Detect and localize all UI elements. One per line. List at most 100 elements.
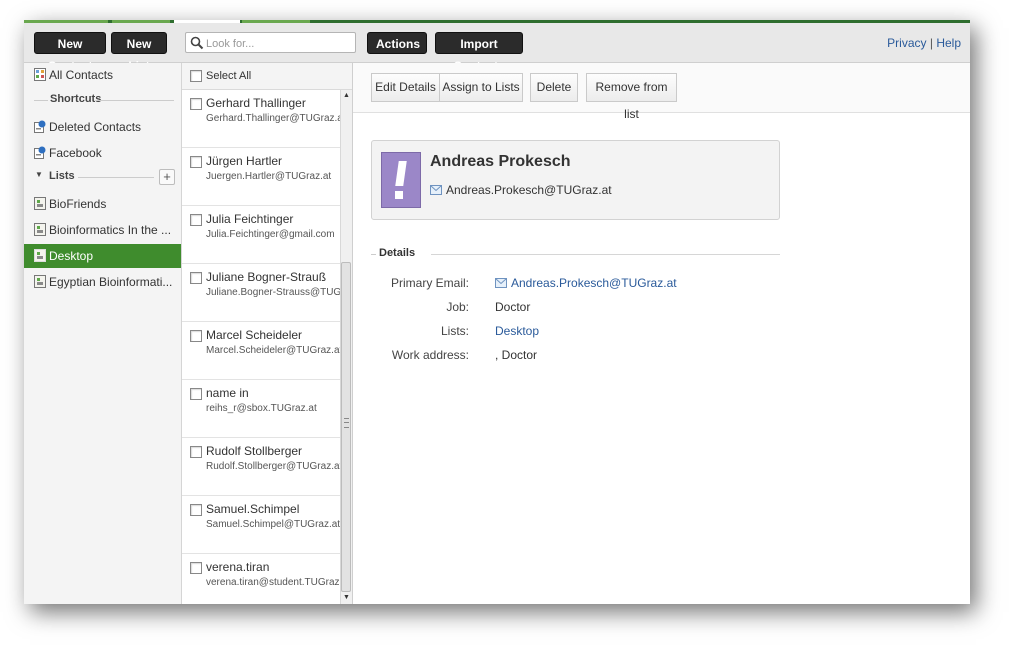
sidebar-item-all-contacts[interactable]: All Contacts: [24, 63, 181, 87]
contact-row[interactable]: Rudolf Stollberger Rudolf.Stollberger@TU…: [182, 438, 340, 496]
contact-checkbox[interactable]: [190, 214, 202, 226]
contact-checkbox[interactable]: [190, 504, 202, 516]
collapse-arrow-icon[interactable]: ▼: [35, 170, 43, 179]
help-links: Privacy | Help: [887, 36, 961, 50]
details-header: Details: [379, 247, 416, 259]
sidebar-item-list-desktop[interactable]: Desktop: [24, 244, 181, 268]
contact-row[interactable]: Gerhard Thallinger Gerhard.Thallinger@TU…: [182, 90, 340, 148]
divider: [96, 100, 174, 101]
contact-email: Juergen.Hartler@TUGraz.at: [206, 171, 332, 182]
new-list-button[interactable]: New List: [111, 32, 167, 73]
field-label: Job:: [446, 300, 469, 314]
contact-checkbox[interactable]: [190, 446, 202, 458]
sidebar-item-label: Desktop: [49, 249, 94, 263]
sidebar-item-list-bioinformatics[interactable]: Bioinformatics In the ...: [24, 218, 181, 242]
work-address-value: , Doctor: [495, 348, 538, 362]
contact-name: Gerhard Thallinger: [206, 96, 306, 110]
shortcuts-header: Shortcuts: [50, 93, 102, 105]
contact-name: Jürgen Hartler: [206, 154, 283, 168]
sidebar-item-list-egyptian-bioinformatics[interactable]: Egyptian Bioinformati...: [24, 270, 181, 294]
remove-from-list-button[interactable]: Remove from list: [586, 73, 677, 121]
sidebar-item-label: Deleted Contacts: [49, 120, 142, 134]
list-icon: [34, 197, 46, 210]
edit-details-button[interactable]: Edit Details: [371, 73, 440, 102]
contact-email: reihs_r@sbox.TUGraz.at: [206, 403, 317, 414]
contact-name: Rudolf Stollberger: [206, 444, 303, 458]
contact-email: Rudolf.Stollberger@TUGraz.at: [206, 461, 340, 472]
help-link[interactable]: Help: [936, 36, 961, 50]
contact-checkbox[interactable]: [190, 272, 202, 284]
sidebar-item-facebook[interactable]: Facebook: [24, 141, 181, 165]
sidebar-item-label: Facebook: [49, 146, 102, 160]
field-label: Primary Email:: [390, 276, 469, 290]
contact-checkbox[interactable]: [190, 562, 202, 574]
sidebar-item-list-biofriends[interactable]: BioFriends: [24, 192, 181, 216]
contact-checkbox[interactable]: [190, 156, 202, 168]
contact-list-pane: Select All Gerhard Thallinger Gerhard.Th…: [182, 63, 353, 604]
sidebar-item-label: Egyptian Bioinformati...: [49, 275, 173, 289]
avatar: [381, 152, 421, 208]
field-row-work-address: Work address: , Doctor: [353, 348, 953, 366]
lists-section-header[interactable]: ▼ Lists: [24, 167, 181, 187]
field-label: Lists:: [440, 324, 469, 338]
sidebar: All Contacts Shortcuts Deleted Contacts …: [24, 63, 182, 604]
delete-button[interactable]: Delete: [530, 73, 578, 102]
contact-checkbox[interactable]: [190, 330, 202, 342]
contact-checkbox[interactable]: [190, 388, 202, 400]
scrollbar-thumb[interactable]: [341, 262, 351, 592]
sidebar-item-deleted-contacts[interactable]: Deleted Contacts: [24, 115, 181, 139]
import-contacts-button[interactable]: Import Contacts: [435, 32, 523, 73]
divider: [371, 254, 376, 255]
sidebar-item-label: BioFriends: [49, 197, 107, 211]
contact-row[interactable]: Juliane Bogner-Strauß Juliane.Bogner-Str…: [182, 264, 340, 322]
actions-label: Actions: [376, 37, 421, 51]
new-contact-button[interactable]: New Contact: [34, 32, 106, 73]
link-separator: |: [929, 36, 933, 50]
scroll-down-arrow-icon[interactable]: ▼: [341, 592, 352, 604]
contact-detail-pane: Edit Details Assign to Lists Delete Remo…: [353, 63, 970, 604]
list-icon: [34, 249, 46, 262]
contact-list-scrollbar[interactable]: ▲ ▼: [340, 90, 352, 604]
contact-email: Juliane.Bogner-Strauss@TUGraz.at: [206, 287, 340, 298]
facebook-contacts-icon: [34, 146, 46, 159]
contact-email: verena.tiran@student.TUGraz.at: [206, 577, 340, 588]
divider: [78, 177, 154, 178]
contact-name: Julia Feichtinger: [206, 212, 294, 226]
primary-email-value: Andreas.Prokesch@TUGraz.at: [511, 276, 677, 290]
actions-dropdown-button[interactable]: Actions ▼: [367, 32, 427, 72]
contact-card-name: Andreas Prokesch: [430, 153, 571, 170]
privacy-link[interactable]: Privacy: [887, 36, 926, 50]
divider: [431, 254, 780, 255]
primary-email-link[interactable]: Andreas.Prokesch@TUGraz.at: [495, 276, 677, 290]
contacts-window: New Contact New List Actions ▼ Import Co…: [24, 20, 970, 604]
contact-row[interactable]: Jürgen Hartler Juergen.Hartler@TUGraz.at: [182, 148, 340, 206]
contact-row[interactable]: verena.tiran verena.tiran@student.TUGraz…: [182, 554, 340, 604]
field-row-primary-email: Primary Email: Andreas.Prokesch@TUGraz.a…: [353, 276, 953, 294]
search-input[interactable]: [204, 34, 356, 53]
contact-checkbox[interactable]: [190, 98, 202, 110]
contact-row[interactable]: Samuel.Schimpel Samuel.Schimpel@TUGraz.a…: [182, 496, 340, 554]
lists-value-link[interactable]: Desktop: [495, 324, 539, 338]
main-toolbar: New Contact New List Actions ▼ Import Co…: [24, 23, 970, 73]
contact-row[interactable]: name in reihs_r@sbox.TUGraz.at: [182, 380, 340, 438]
contact-row[interactable]: Marcel Scheideler Marcel.Scheideler@TUGr…: [182, 322, 340, 380]
contact-card: Andreas Prokesch Andreas.Prokesch@TUGraz…: [371, 140, 780, 220]
envelope-icon: [430, 184, 442, 195]
select-all-checkbox[interactable]: [190, 70, 202, 82]
field-row-lists: Lists: Desktop: [353, 324, 953, 342]
contact-name: name in: [206, 386, 249, 400]
contact-row[interactable]: Julia Feichtinger Julia.Feichtinger@gmai…: [182, 206, 340, 264]
add-list-button[interactable]: +: [159, 169, 175, 185]
scroll-up-arrow-icon[interactable]: ▲: [341, 90, 352, 102]
field-label: Work address:: [391, 348, 469, 362]
search-icon: [190, 36, 204, 50]
assign-to-lists-button[interactable]: Assign to Lists: [439, 73, 523, 102]
grip-icon: [344, 418, 349, 428]
shortcuts-section-header: Shortcuts: [24, 90, 181, 110]
field-row-job: Job: Doctor: [353, 300, 953, 318]
select-all-row[interactable]: Select All: [182, 63, 352, 90]
details-section-header: Details: [371, 247, 780, 263]
list-icon: [34, 275, 46, 288]
avatar-glyph: [395, 161, 407, 186]
divider: [34, 100, 48, 101]
